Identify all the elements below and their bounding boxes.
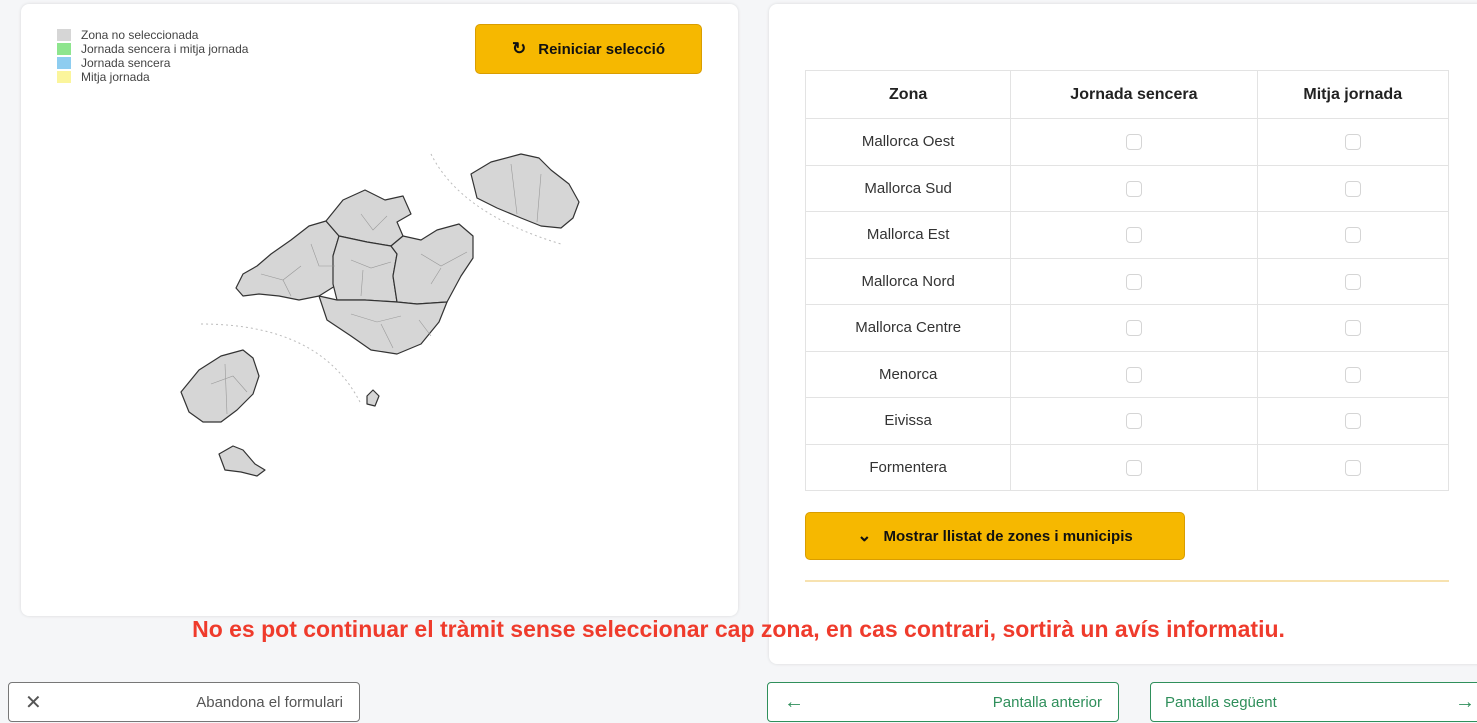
column-header-zona: Zona (804, 70, 1012, 119)
mitja-jornada-checkbox[interactable] (1344, 320, 1361, 337)
cell-mitja-jornada (1256, 257, 1449, 305)
arrow-right-icon: → (1455, 690, 1475, 713)
zones-table: Zona Jornada sencera Mitja jornada Mallo… (804, 70, 1449, 491)
jornada-sencera-checkbox[interactable] (1125, 366, 1142, 383)
cell-jornada-sencera (1010, 118, 1258, 166)
zone-name: Menorca (804, 350, 1012, 398)
jornada-sencera-checkbox[interactable] (1125, 413, 1142, 430)
zones-panel: Zona Jornada sencera Mitja jornada Mallo… (769, 4, 1477, 664)
section-divider (805, 580, 1449, 582)
jornada-sencera-checkbox[interactable] (1125, 459, 1142, 476)
next-screen-label: Pantalla següent (1165, 693, 1277, 711)
mitja-jornada-checkbox[interactable] (1344, 366, 1361, 383)
cell-jornada-sencera (1010, 304, 1258, 352)
cell-mitja-jornada (1256, 443, 1449, 491)
jornada-sencera-checkbox[interactable] (1125, 273, 1142, 290)
jornada-sencera-checkbox[interactable] (1125, 227, 1142, 244)
zone-name: Eivissa (804, 397, 1012, 445)
column-header-mitja-jornada: Mitja jornada (1256, 70, 1449, 119)
table-row: Mallorca Est (804, 211, 1449, 259)
mitja-jornada-checkbox[interactable] (1344, 134, 1361, 151)
table-row: Mallorca Nord (804, 257, 1449, 305)
cell-mitja-jornada (1256, 304, 1449, 352)
cell-jornada-sencera (1010, 350, 1258, 398)
table-row: Eivissa (804, 397, 1449, 445)
zone-name: Mallorca Nord (804, 257, 1012, 305)
cell-mitja-jornada (1256, 211, 1449, 259)
zone-cabrera-islet (366, 389, 380, 407)
jornada-sencera-checkbox[interactable] (1125, 134, 1142, 151)
previous-screen-button[interactable]: ← Pantalla anterior (767, 682, 1119, 722)
zone-name: Formentera (804, 443, 1012, 491)
cell-mitja-jornada (1256, 118, 1449, 166)
table-header-row: Zona Jornada sencera Mitja jornada (804, 70, 1449, 119)
next-screen-button[interactable]: Pantalla següent → (1150, 682, 1477, 722)
abandon-form-label: Abandona el formulari (196, 693, 343, 711)
balearic-islands-map (180, 153, 580, 477)
jornada-sencera-checkbox[interactable] (1125, 320, 1142, 337)
zone-name: Mallorca Est (804, 211, 1012, 259)
close-icon: ✕ (25, 691, 42, 714)
warning-message: No es pot continuar el tràmit sense sele… (192, 616, 1285, 642)
zone-mallorca-centre[interactable] (332, 235, 398, 303)
mitja-jornada-checkbox[interactable] (1344, 459, 1361, 476)
zone-mallorca-sud[interactable] (318, 295, 448, 355)
table-row: Formentera (804, 443, 1449, 491)
map-panel: Zona no seleccionada Jornada sencera i m… (21, 4, 738, 616)
mitja-jornada-checkbox[interactable] (1344, 227, 1361, 244)
zone-name: Mallorca Oest (804, 118, 1012, 166)
mitja-jornada-checkbox[interactable] (1344, 413, 1361, 430)
cell-mitja-jornada (1256, 350, 1449, 398)
show-zones-list-button[interactable]: ⌄ Mostrar llistat de zones i municipis (805, 512, 1185, 560)
cell-jornada-sencera (1010, 211, 1258, 259)
cell-jornada-sencera (1010, 443, 1258, 491)
mitja-jornada-checkbox[interactable] (1344, 180, 1361, 197)
cell-jornada-sencera (1010, 164, 1258, 212)
cell-mitja-jornada (1256, 397, 1449, 445)
show-zones-list-label: Mostrar llistat de zones i municipis (883, 527, 1133, 545)
chevron-down-icon: ⌄ (857, 526, 872, 545)
zone-name: Mallorca Centre (804, 304, 1012, 352)
column-header-jornada-sencera: Jornada sencera (1010, 70, 1258, 119)
table-row: Mallorca Oest (804, 118, 1449, 166)
table-row: Menorca (804, 350, 1449, 398)
zone-name: Mallorca Sud (804, 164, 1012, 212)
zone-mallorca-oest[interactable] (235, 220, 340, 301)
mitja-jornada-checkbox[interactable] (1344, 273, 1361, 290)
zone-eivissa[interactable] (180, 349, 260, 423)
table-row: Mallorca Centre (804, 304, 1449, 352)
zone-mallorca-est[interactable] (390, 223, 474, 305)
previous-screen-label: Pantalla anterior (992, 693, 1102, 711)
table-row: Mallorca Sud (804, 164, 1449, 212)
jornada-sencera-checkbox[interactable] (1125, 180, 1142, 197)
cell-jornada-sencera (1010, 397, 1258, 445)
zone-menorca[interactable] (470, 153, 580, 229)
zone-formentera[interactable] (218, 445, 266, 477)
cell-jornada-sencera (1010, 257, 1258, 305)
abandon-form-button[interactable]: ✕ Abandona el formulari (8, 682, 360, 722)
arrow-left-icon: ← (784, 690, 804, 713)
cell-mitja-jornada (1256, 164, 1449, 212)
